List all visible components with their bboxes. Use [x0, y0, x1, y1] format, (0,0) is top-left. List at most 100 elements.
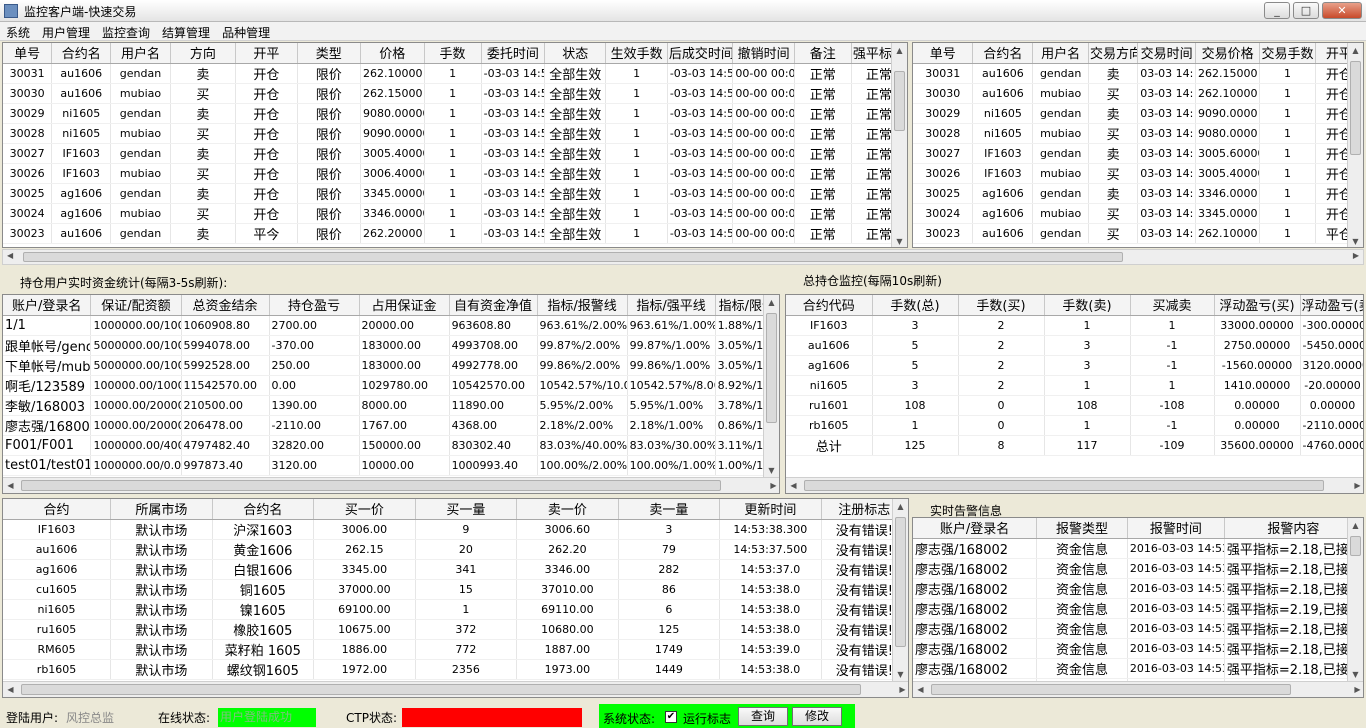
table-row[interactable]: 30029 ni1605 gendan 卖开仓 限价 9080.00000 1 -03-03 … [3, 103, 907, 124]
table-row[interactable]: 30030 au1606 mubiao 买 03-03 14: 262.10000 1 开仓 [913, 83, 1363, 104]
scroll-left-arrow-icon[interactable]: ◀ [3, 682, 18, 697]
column-header[interactable]: 手数(卖) [1044, 295, 1131, 316]
column-header[interactable]: 持仓盈亏 [269, 295, 360, 316]
table-row[interactable]: 30023 au1606 gendan 卖平今 限价 262.20000 1 -03-03 1… [3, 223, 907, 244]
minimize-button[interactable]: _ [1264, 2, 1290, 19]
scroll-thumb[interactable] [1350, 536, 1361, 556]
column-header[interactable]: 买减卖 [1130, 295, 1215, 316]
run-flag-checkbox[interactable]: ✔ [665, 711, 677, 723]
table-row[interactable]: rb1605101-10.00000-2110.00000 [786, 415, 1363, 436]
table-row[interactable]: 30027 IF1603 gendan 卖 03-03 14: 3005.60000 1 开仓 [913, 143, 1363, 164]
column-header[interactable]: 合约名 [972, 43, 1034, 64]
column-header[interactable]: 账户/登录名 [913, 518, 1038, 539]
table-row[interactable]: 30026 IF1603 mubiao 买开仓 限价 3006.40000 1 -03-03 … [3, 163, 907, 184]
column-header[interactable]: 价格 [360, 43, 425, 64]
modify-button[interactable]: 修改 [792, 707, 842, 726]
column-header[interactable]: 报警时间 [1127, 518, 1225, 539]
column-header[interactable]: 买一量 [415, 499, 518, 520]
column-header[interactable]: 指标/强平线 [627, 295, 716, 316]
top-horizontal-scrollbar[interactable]: ◀ ▶ [2, 249, 1364, 265]
scroll-thumb[interactable] [766, 313, 777, 423]
maximize-button[interactable]: □ [1293, 2, 1319, 19]
scroll-down-arrow-icon[interactable]: ▼ [892, 234, 907, 247]
scroll-left-arrow-icon[interactable]: ◀ [913, 682, 928, 697]
table-row[interactable]: 30031 au1606 gendan 卖开仓 限价 262.10000 1 -03-03 1… [3, 63, 907, 84]
funds-horizontal-scrollbar[interactable]: ◀ ▶ [3, 477, 779, 493]
table-row[interactable]: ag1606 5 2 3 -1 -1560.00000 3120.00000 [786, 355, 1363, 376]
positions-horizontal-scrollbar[interactable]: ◀ ▶ [786, 477, 1363, 493]
column-header[interactable]: 类型 [297, 43, 362, 64]
menu-user-management[interactable]: 用户管理 [36, 22, 96, 40]
close-button[interactable]: ✕ [1322, 2, 1362, 19]
table-row[interactable]: 30031 au1606 gendan 卖 03-03 14: 262.15000 1 开仓 [913, 63, 1363, 84]
column-header[interactable]: 交易价格 [1195, 43, 1261, 64]
column-header[interactable]: 手数(买) [958, 295, 1045, 316]
table-row[interactable]: 廖志强/168002资金信息2016-03-03 14:53:35强平指标=2.… [913, 558, 1363, 579]
scroll-left-arrow-icon[interactable]: ◀ [786, 478, 801, 493]
table-row[interactable]: 30026 IF1603 mubiao 买 03-03 14: 3005.40000 1 开仓 [913, 163, 1363, 184]
table-row[interactable]: ni1605 3 2 1 1 1410.00000 -20.00000 [786, 375, 1363, 396]
scroll-down-arrow-icon[interactable]: ▼ [764, 463, 779, 478]
table-row[interactable]: IF1603 默认市场 沪深1603 3006.00 9 3006.60 3 14:53:38… [3, 519, 908, 540]
table-row[interactable]: ag1606 默认市场 白银1606 3345.00 341 3346.00 282 14:5… [3, 559, 908, 580]
column-header[interactable]: 总资金结余 [181, 295, 270, 316]
column-header[interactable]: 合约 [3, 499, 112, 520]
trades-vertical-scrollbar[interactable]: ▲ ▼ [1347, 43, 1363, 247]
column-header[interactable]: 报警内容 [1224, 518, 1363, 539]
scroll-thumb[interactable] [23, 252, 1123, 262]
column-header[interactable]: 委托时间 [481, 43, 546, 64]
table-row[interactable]: 1/1 1000000.00/100 1060908.80 2700.00 20000.… [3, 315, 779, 336]
column-header[interactable]: 单号 [913, 43, 974, 64]
scroll-thumb[interactable] [931, 684, 1291, 695]
quotes-vertical-scrollbar[interactable]: ▲ ▼ [892, 499, 908, 682]
table-row[interactable]: 30024 ag1606 mubiao 买 03-03 14: 3345.0000 1 开仓 [913, 203, 1363, 224]
column-header[interactable]: 单号 [3, 43, 53, 64]
scroll-thumb[interactable] [21, 684, 861, 695]
column-header[interactable]: 状态 [544, 43, 607, 64]
column-header[interactable]: 生效手数 [605, 43, 668, 64]
table-row[interactable]: 李敏/168003 10000.00/20000 210500.00 1390.00 8… [3, 395, 779, 416]
scroll-right-arrow-icon[interactable]: ▶ [1353, 251, 1359, 260]
table-row[interactable]: RM605 默认市场 菜籽粕 1605 1886.00 772 1887.00 1749 14… [3, 639, 908, 660]
table-row[interactable]: au1606 默认市场 黄金1606 262.15 20 262.20 79 14:53:37… [3, 539, 908, 560]
table-row[interactable]: IF1603 3 2 1 1 33000.00000 -300.00000 [786, 315, 1363, 336]
table-row[interactable]: 30025 ag1606 gendan 卖开仓 限价 3345.00000 1 -03-03 … [3, 183, 907, 204]
table-row[interactable]: 廖志强/168002 10000.00/20000 206478.00 -2110.0… [3, 415, 779, 436]
table-row[interactable]: 30028 ni1605 mubiao 买开仓 限价 9090.00000 1 -03-03 … [3, 123, 907, 144]
scroll-thumb[interactable] [21, 480, 721, 491]
alerts-horizontal-scrollbar[interactable]: ◀ ▶ [913, 681, 1363, 697]
scroll-up-arrow-icon[interactable]: ▲ [764, 295, 779, 310]
table-row[interactable]: ni1605 默认市场 镍1605 69100.00 1 69110.00 6 14:53:3… [3, 599, 908, 620]
table-row[interactable]: 廖志强/168002资金信息2016-03-03 14:53:20强平指标=2.… [913, 618, 1363, 639]
scroll-down-arrow-icon[interactable]: ▼ [1348, 667, 1363, 682]
query-button[interactable]: 查询 [738, 707, 788, 726]
orders-vertical-scrollbar[interactable]: ▲ ▼ [891, 43, 907, 247]
table-row[interactable]: 30025 ag1606 gendan 卖 03-03 14: 3346.0000 1 开仓 [913, 183, 1363, 204]
column-header[interactable]: 用户名 [1032, 43, 1089, 64]
scroll-down-arrow-icon[interactable]: ▼ [1348, 234, 1363, 247]
column-header[interactable]: 备注 [794, 43, 852, 64]
column-header[interactable]: 用户名 [110, 43, 171, 64]
table-row[interactable]: test01/test01 1000000.00/0.0 997873.40 3120… [3, 455, 779, 476]
scroll-thumb[interactable] [894, 71, 905, 131]
table-row[interactable]: 廖志强/168002资金信息2016-03-03 14:53:14强平指标=2.… [913, 658, 1363, 679]
column-header[interactable]: 所属市场 [110, 499, 213, 520]
table-row[interactable]: 30024 ag1606 mubiao 买开仓 限价 3346.00000 1 -03-03 … [3, 203, 907, 224]
menu-monitor-query[interactable]: 监控查询 [96, 22, 156, 40]
column-header[interactable]: 开平 [235, 43, 298, 64]
column-header[interactable]: 浮动盈亏(卖) [1300, 295, 1363, 316]
column-header[interactable]: 合约代码 [786, 295, 873, 316]
column-header[interactable]: 报警类型 [1036, 518, 1128, 539]
column-header[interactable]: 撤销时间 [732, 43, 795, 64]
scroll-up-arrow-icon[interactable]: ▲ [893, 499, 908, 514]
column-header[interactable]: 账户/登录名 [3, 295, 92, 316]
table-row[interactable]: 总计1258117-10935600.00000-4760.00000 [786, 435, 1363, 456]
table-row[interactable]: 30030 au1606 mubiao 买开仓 限价 262.15000 1 -03-03 1… [3, 83, 907, 104]
table-row[interactable]: au1606523-12750.00000-5450.00000 [786, 335, 1363, 356]
quotes-horizontal-scrollbar[interactable]: ◀ ▶ [3, 681, 908, 697]
alerts-vertical-scrollbar[interactable]: ▲ ▼ [1347, 518, 1363, 682]
scroll-left-arrow-icon[interactable]: ◀ [3, 478, 18, 493]
column-header[interactable]: 合约名 [212, 499, 315, 520]
column-header[interactable]: 交易方向 [1088, 43, 1139, 64]
scroll-up-arrow-icon[interactable]: ▲ [1348, 43, 1363, 58]
